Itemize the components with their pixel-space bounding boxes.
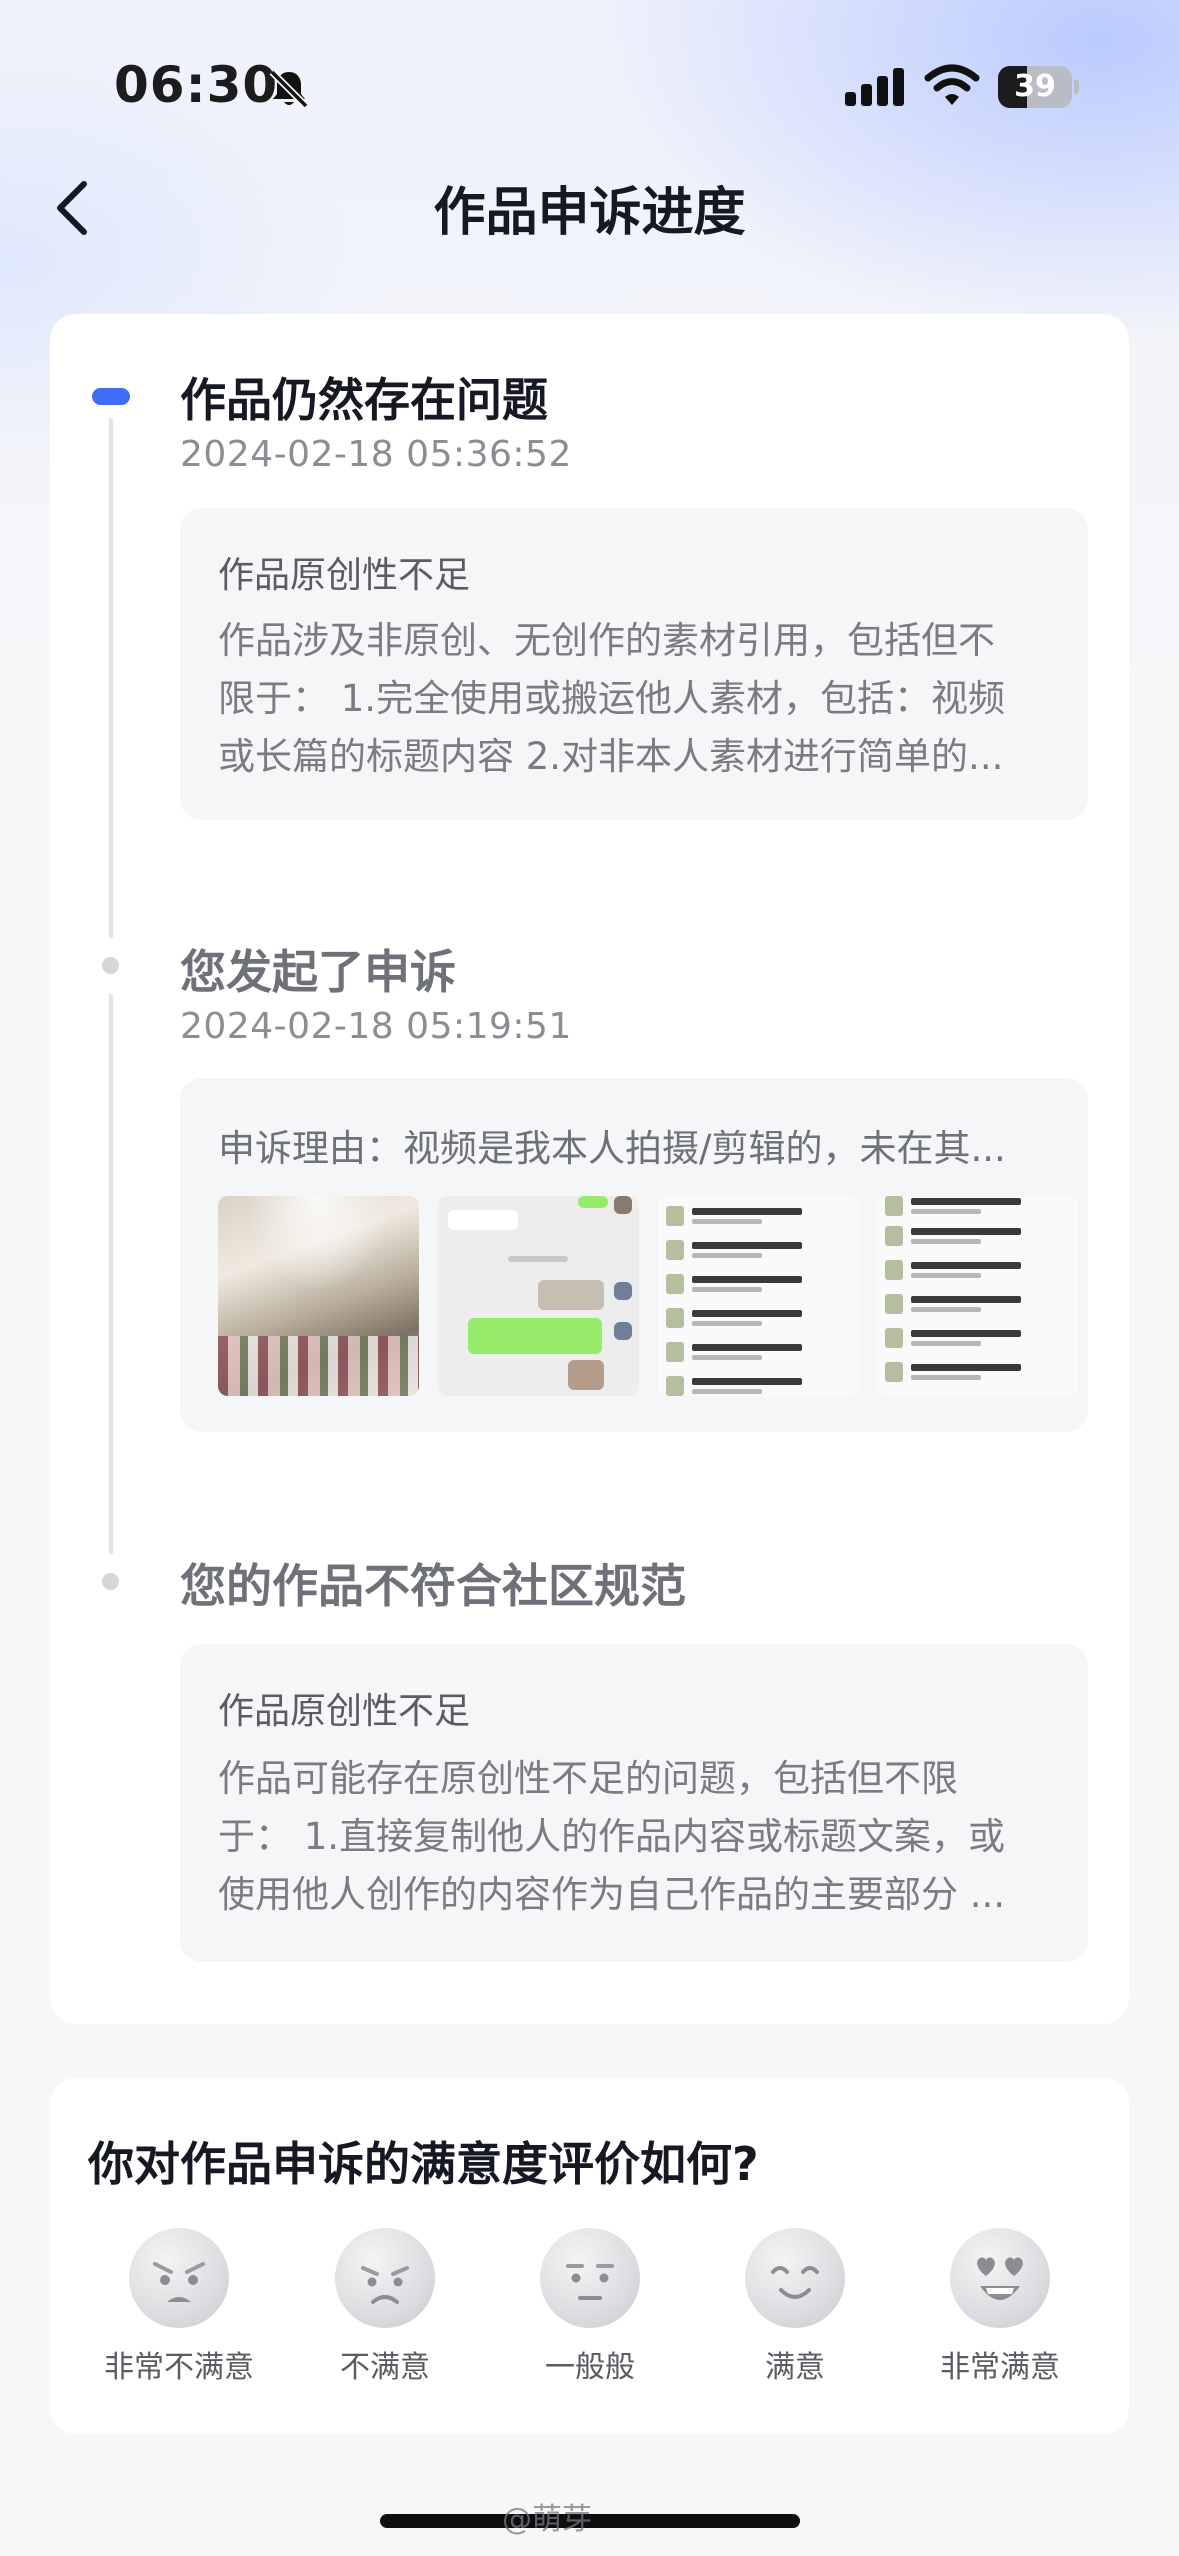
- rating-option-neutral[interactable]: 一般般: [500, 2228, 680, 2388]
- evidence-thumbnail-file-list[interactable]: [658, 1196, 859, 1396]
- status-time: 06:30: [114, 56, 279, 114]
- page-title: 作品申诉进度: [433, 183, 746, 243]
- rating-option-dissatisfied[interactable]: 不满意: [295, 2228, 475, 2388]
- timeline-dot: [102, 957, 119, 974]
- step-detail-box[interactable]: 作品原创性不足 作品涉及非原创、无创作的素材引用，包括但不 限于： 1.完全使用…: [180, 508, 1088, 820]
- battery-icon: 39: [998, 66, 1079, 108]
- neutral-face-icon: [540, 2228, 640, 2328]
- evidence-thumbnails: [218, 1196, 1078, 1396]
- timeline-connector: [109, 994, 113, 1554]
- wifi-icon: [924, 64, 980, 105]
- violation-reason-heading: 作品原创性不足: [218, 1691, 471, 1732]
- evidence-thumbnail-photo[interactable]: [218, 1196, 419, 1396]
- violation-reason-description: 作品涉及非原创、无创作的素材引用，包括但不 限于： 1.完全使用或搬运他人素材，…: [218, 619, 1006, 778]
- violation-reason-heading: 作品原创性不足: [218, 555, 471, 596]
- rating-option-label: 不满意: [340, 2350, 430, 2385]
- watermark: @萌芽: [502, 2502, 592, 2537]
- rating-option-satisfied[interactable]: 满意: [705, 2228, 885, 2388]
- dissatisfied-face-icon: [335, 2228, 435, 2328]
- battery-percentage: 39: [1014, 69, 1056, 104]
- rating-option-label: 一般般: [545, 2350, 635, 2385]
- rating-option-label: 非常满意: [940, 2350, 1060, 2385]
- evidence-thumbnail-file-list[interactable]: [877, 1196, 1078, 1396]
- step-timestamp: 2024-02-18 05:19:51: [180, 1006, 572, 1047]
- timeline-connector: [109, 418, 113, 938]
- evidence-thumbnail-chat[interactable]: [438, 1196, 639, 1396]
- rating-option-label: 非常不满意: [104, 2350, 254, 2385]
- cellular-signal-icon: [845, 66, 905, 106]
- appeal-detail-box[interactable]: 申诉理由：视频是我本人拍摄/剪辑的，未在其...: [180, 1078, 1088, 1432]
- rating-option-very-dissatisfied[interactable]: 非常不满意: [89, 2228, 269, 2388]
- very-dissatisfied-face-icon: [129, 2228, 229, 2328]
- step-detail-box[interactable]: 作品原创性不足 作品可能存在原创性不足的问题，包括但不限 于： 1.直接复制他人…: [180, 1644, 1088, 1962]
- very-satisfied-face-icon: [950, 2228, 1050, 2328]
- violation-reason-description: 作品可能存在原创性不足的问题，包括但不限 于： 1.直接复制他人的作品内容或标题…: [218, 1757, 1006, 1916]
- rating-question: 你对作品申诉的满意度评价如何?: [88, 2137, 759, 2191]
- rating-option-label: 满意: [765, 2350, 825, 2385]
- timeline-dot: [102, 1573, 119, 1590]
- satisfaction-rating-card: 你对作品申诉的满意度评价如何? 非常不满意 不满意 一般般 满意 非常满意: [50, 2078, 1129, 2434]
- appeal-progress-card: 作品仍然存在问题 2024-02-18 05:36:52 作品原创性不足 作品涉…: [50, 314, 1129, 2024]
- rating-option-very-satisfied[interactable]: 非常满意: [910, 2228, 1090, 2388]
- step-title: 您发起了申诉: [180, 945, 456, 999]
- step-title: 作品仍然存在问题: [180, 373, 548, 427]
- satisfied-face-icon: [745, 2228, 845, 2328]
- appeal-reason-text: 申诉理由：视频是我本人拍摄/剪辑的，未在其...: [218, 1127, 1006, 1170]
- step-timestamp: 2024-02-18 05:36:52: [180, 434, 572, 475]
- bell-muted-icon: [269, 69, 309, 109]
- status-bar: 06:30 39: [0, 0, 1179, 170]
- timeline-dot-current: [92, 388, 130, 405]
- step-title: 您的作品不符合社区规范: [180, 1559, 686, 1613]
